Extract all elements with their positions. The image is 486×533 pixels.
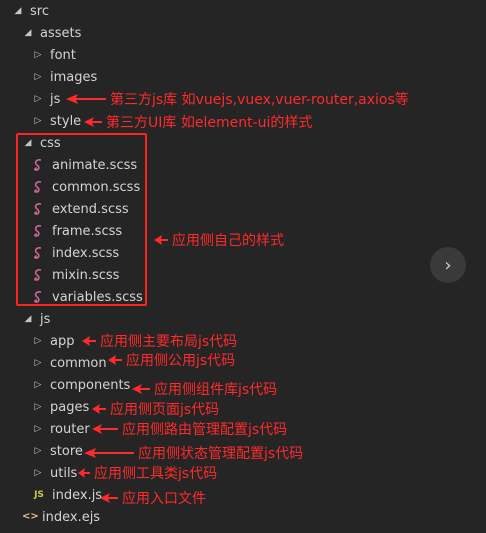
annotation-assets-js: 第三方js库 如vuejs,vuex,vuer-router,axios等 [64, 88, 409, 110]
annotation-text: 应用侧页面js代码 [110, 402, 220, 418]
arrow-icon [152, 234, 170, 246]
tree-folder-assets[interactable]: ◢ assets [0, 22, 486, 44]
folder-label: pages [50, 399, 90, 415]
chevron-right-icon: ▷ [34, 468, 42, 478]
tree-file-index-ejs[interactable]: <> index.ejs [0, 506, 486, 528]
annotation-style: 第三方UI库 如element-ui的样式 [82, 111, 312, 133]
tree-folder-utils[interactable]: ▷ utils [0, 462, 486, 484]
js-file-icon: JS [34, 490, 44, 500]
arrow-icon [80, 335, 98, 347]
arrow-icon [130, 383, 152, 395]
annotation-text: 应用侧公用js代码 [126, 353, 236, 369]
annotation-text: 第三方UI库 如element-ui的样式 [106, 115, 313, 131]
code-file-icon: <> [22, 511, 39, 522]
tree-folder-images[interactable]: ▷ images [0, 66, 486, 88]
annotation-components: 应用侧组件库js代码 [130, 378, 277, 400]
annotation-pages: 应用侧页面js代码 [90, 398, 219, 420]
annotation-router: 应用侧路由管理配置js代码 [90, 418, 287, 440]
tree-folder-font[interactable]: ▷ font [0, 44, 486, 66]
folder-label: font [50, 47, 76, 63]
arrow-icon [98, 492, 120, 504]
folder-label: store [50, 443, 83, 459]
tree-folder-common[interactable]: ▷ common [0, 352, 486, 374]
chevron-right-icon: ▷ [34, 336, 42, 346]
folder-label: common [50, 355, 107, 371]
chevron-down-icon: ◢ [24, 28, 32, 38]
annotation-text: 第三方js库 如vuejs,vuex,vuer-router,axios等 [110, 92, 409, 108]
annotation-store: 应用侧状态管理配置js代码 [82, 442, 303, 464]
folder-label: images [50, 69, 98, 85]
annotation-index-js: 应用入口文件 [98, 487, 206, 509]
tree-folder-js[interactable]: ◢ js [0, 308, 486, 330]
chevron-right-icon: ▷ [34, 50, 42, 60]
folder-label: src [30, 3, 49, 19]
annotation-text: 应用入口文件 [122, 491, 206, 507]
arrow-icon [82, 116, 104, 128]
chevron-down-icon: ◢ [24, 314, 32, 324]
folder-label: assets [40, 25, 82, 41]
annotation-text: 应用侧主要布局js代码 [100, 334, 238, 350]
annotation-common: 应用侧公用js代码 [106, 349, 235, 371]
annotation-text: 应用侧工具类js代码 [94, 466, 218, 482]
chevron-right-icon: ▷ [34, 358, 42, 368]
annotation-utils: 应用侧工具类js代码 [76, 462, 217, 484]
arrow-icon [82, 447, 136, 459]
arrow-icon [90, 403, 108, 415]
next-button[interactable]: › [430, 247, 466, 283]
annotation-text: 应用侧状态管理配置js代码 [138, 446, 304, 462]
chevron-right-icon: ▷ [34, 380, 42, 390]
chevron-right-icon: ▷ [34, 94, 42, 104]
tree-folder-src[interactable]: ◢ src [0, 0, 486, 22]
tree-file-index-js[interactable]: JS index.js [0, 484, 486, 506]
folder-label: js [40, 311, 51, 327]
tree-folder-app[interactable]: ▷ app [0, 330, 486, 352]
chevron-right-icon: ▷ [34, 402, 42, 412]
annotation-text: 应用侧自己的样式 [172, 233, 284, 249]
arrow-icon [64, 93, 108, 105]
css-highlight-box [16, 133, 147, 306]
arrow-icon [106, 354, 124, 366]
annotation-text: 应用侧组件库js代码 [154, 382, 278, 398]
chevron-right-icon: ▷ [34, 446, 42, 456]
chevron-right-icon: ▷ [34, 116, 42, 126]
arrow-icon [90, 423, 120, 435]
chevron-down-icon: ◢ [14, 6, 22, 16]
folder-label: utils [50, 465, 78, 481]
chevron-right-icon: ▷ [34, 72, 42, 82]
folder-label: router [50, 421, 90, 437]
folder-label: components [50, 377, 131, 393]
arrow-icon [76, 467, 92, 479]
annotation-text: 应用侧路由管理配置js代码 [122, 422, 288, 438]
chevron-right-icon: ▷ [34, 424, 42, 434]
folder-label: js [50, 91, 61, 107]
annotation-css: 应用侧自己的样式 [152, 229, 284, 251]
folder-label: style [50, 113, 82, 129]
folder-label: app [50, 333, 75, 349]
file-label: index.ejs [42, 509, 101, 525]
chevron-right-icon: › [444, 254, 452, 276]
file-label: index.js [52, 487, 103, 503]
